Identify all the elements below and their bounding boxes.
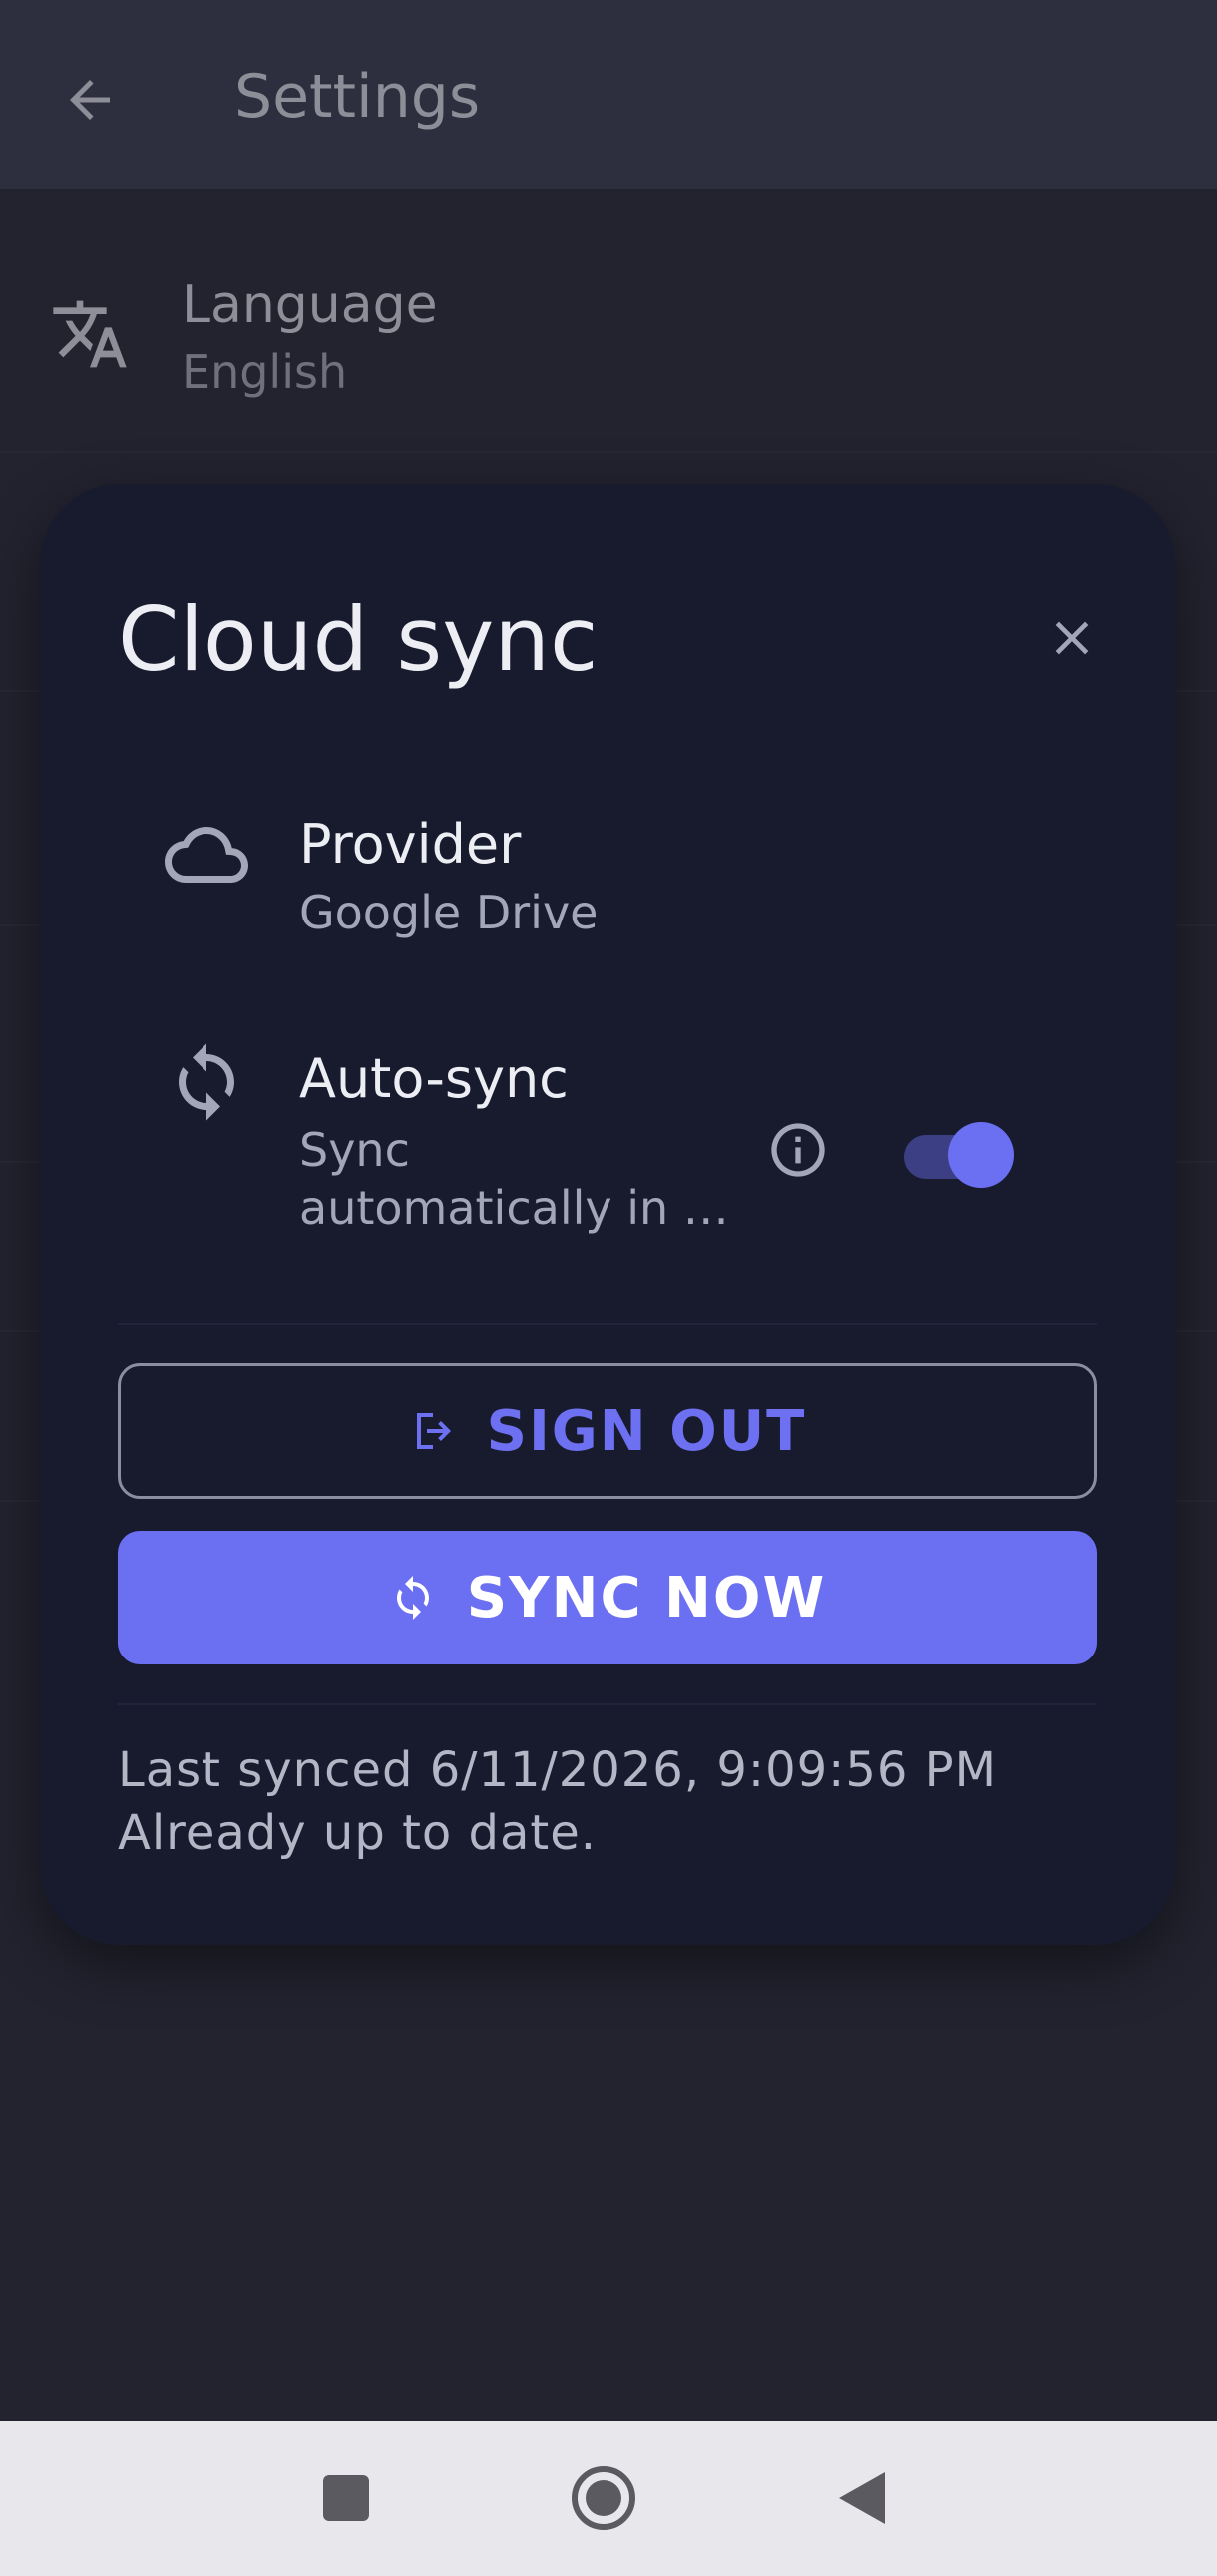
sync-icon	[396, 1576, 429, 1620]
toggle-thumb	[948, 1122, 1014, 1188]
page-title: Settings	[234, 62, 481, 132]
sync-now-button[interactable]: SYNC NOW	[118, 1531, 1097, 1664]
nav-home-button[interactable]	[559, 2453, 648, 2543]
autosync-info-button[interactable]	[750, 1102, 846, 1198]
app-bar: Settings	[0, 0, 1217, 189]
sync-icon	[179, 1043, 234, 1121]
divider	[118, 1703, 1097, 1705]
provider-value: Google Drive	[299, 886, 599, 939]
system-nav-bar	[0, 2421, 1217, 2576]
language-label: Language	[182, 275, 438, 335]
last-synced-text: Last synced 6/11/2026, 9:09:56 PM	[118, 1742, 998, 1798]
provider-label: Provider	[299, 813, 522, 876]
language-value: English	[182, 345, 348, 399]
triangle-back-icon	[839, 2472, 885, 2524]
dialog-title: Cloud sync	[118, 588, 599, 691]
close-button[interactable]	[1027, 593, 1117, 683]
nav-recents-button[interactable]	[301, 2453, 391, 2543]
cloud-sync-dialog: Cloud sync Provider Google Drive Auto-sy…	[40, 484, 1175, 1945]
setting-row-language[interactable]: Language English	[0, 189, 1217, 453]
info-icon	[771, 1123, 825, 1177]
sign-out-button[interactable]: SIGN OUT	[118, 1363, 1097, 1499]
autosync-subtitle-line1: Sync	[299, 1123, 410, 1177]
arrow-left-icon	[70, 80, 110, 120]
autosync-toggle[interactable]	[898, 1102, 1017, 1198]
translate-icon	[53, 300, 127, 368]
nav-back-button[interactable]	[816, 2453, 906, 2543]
autosync-subtitle-line2: automatically in …	[299, 1181, 729, 1235]
square-icon	[323, 2475, 369, 2521]
close-icon	[1055, 621, 1089, 655]
sync-now-label: SYNC NOW	[466, 1565, 827, 1631]
back-button[interactable]	[40, 50, 140, 150]
divider	[118, 1323, 1097, 1325]
circle-icon	[572, 2466, 635, 2530]
cloud-icon	[165, 827, 248, 883]
sign-out-label: SIGN OUT	[486, 1398, 807, 1464]
sync-status-message: Already up to date.	[118, 1805, 598, 1861]
autosync-label: Auto-sync	[299, 1047, 569, 1110]
logout-icon	[416, 1413, 451, 1449]
